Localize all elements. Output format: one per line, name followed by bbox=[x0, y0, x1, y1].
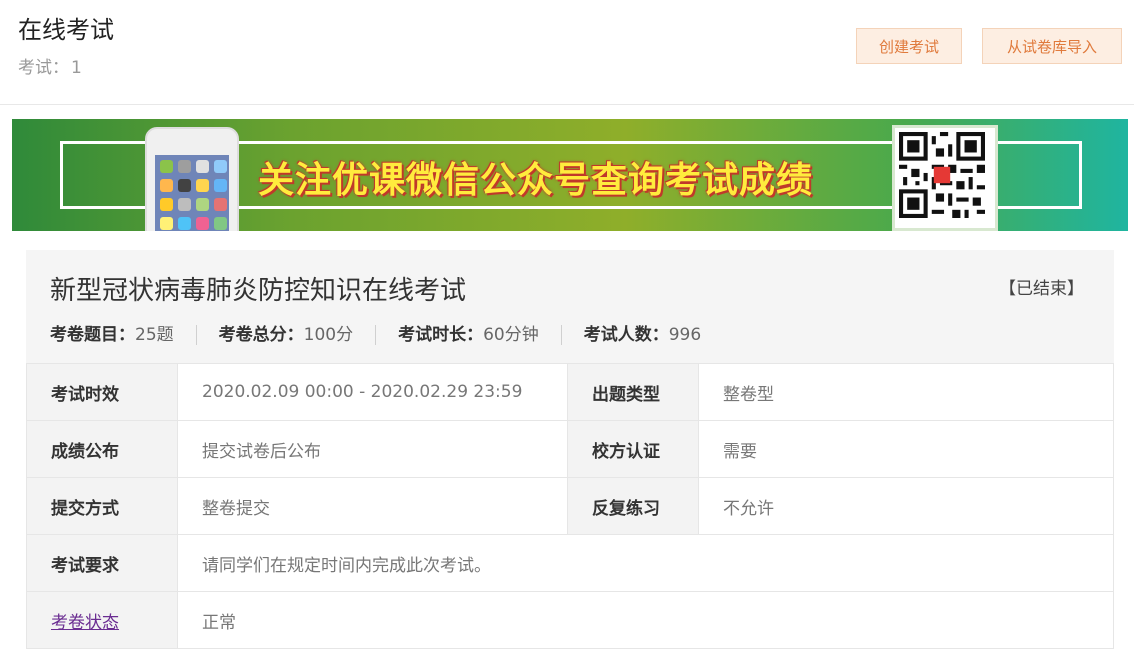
info-label: 校方认证 bbox=[567, 420, 699, 478]
info-label: 出题类型 bbox=[567, 363, 699, 421]
requirement-value: 请同学们在规定时间内完成此次考试。 bbox=[177, 534, 1114, 592]
page-header: 在线考试 考试： 1 创建考试 从试卷库导入 bbox=[0, 0, 1134, 105]
create-exam-button[interactable]: 创建考试 bbox=[856, 28, 962, 64]
table-row: 提交方式 整卷提交 反复练习 不允许 bbox=[26, 477, 1114, 535]
import-from-bank-button[interactable]: 从试卷库导入 bbox=[982, 28, 1122, 64]
banner-text: 关注优课微信公众号查询考试成绩 bbox=[258, 160, 814, 201]
exam-card: 新型冠状病毒肺炎防控知识在线考试 【已结束】 考卷题目：25题 考卷总分：100分… bbox=[26, 250, 1114, 649]
info-label: 成绩公布 bbox=[26, 420, 178, 478]
info-value: 不允许 bbox=[698, 477, 1114, 535]
stat-duration: 考试时长：60分钟 bbox=[398, 325, 539, 345]
exam-count: 考试： 1 bbox=[18, 53, 82, 78]
exam-status-badge: 【已结束】 bbox=[999, 279, 1084, 299]
info-label: 反复练习 bbox=[567, 477, 699, 535]
phone-screen bbox=[155, 155, 229, 231]
qr-code-icon bbox=[892, 125, 998, 231]
stat-question-count: 考卷题目：25题 bbox=[50, 325, 174, 345]
table-row: 考试时效 2020.02.09 00:00 - 2020.02.29 23:59… bbox=[26, 363, 1114, 421]
stat-participants: 考试人数：996 bbox=[583, 325, 702, 345]
info-value: 整卷型 bbox=[698, 363, 1114, 421]
table-row: 成绩公布 提交试卷后公布 校方认证 需要 bbox=[26, 420, 1114, 478]
exam-info-table: 考试时效 2020.02.09 00:00 - 2020.02.29 23:59… bbox=[26, 363, 1114, 649]
stat-divider bbox=[375, 325, 377, 345]
stat-total-score: 考卷总分：100分 bbox=[218, 325, 354, 345]
stat-divider bbox=[560, 325, 562, 345]
exam-title[interactable]: 新型冠状病毒肺炎防控知识在线考试 bbox=[50, 270, 466, 307]
page-title: 在线考试 bbox=[18, 16, 114, 44]
info-value: 需要 bbox=[698, 420, 1114, 478]
paper-status-link[interactable]: 考卷状态 bbox=[51, 613, 119, 633]
stat-divider bbox=[195, 325, 197, 345]
info-value: 2020.02.09 00:00 - 2020.02.29 23:59 bbox=[177, 363, 568, 421]
requirement-label: 考试要求 bbox=[26, 534, 178, 592]
exam-count-value: 1 bbox=[71, 58, 82, 78]
phone-illustration bbox=[145, 127, 239, 231]
paper-status-cell: 考卷状态 bbox=[26, 591, 178, 649]
exam-stats: 考卷题目：25题 考卷总分：100分 考试时长：60分钟 考试人数：996 bbox=[50, 320, 701, 345]
exam-count-label: 考试： bbox=[18, 58, 69, 78]
info-value: 整卷提交 bbox=[177, 477, 568, 535]
info-label: 考试时效 bbox=[26, 363, 178, 421]
paper-status-value: 正常 bbox=[177, 591, 1114, 649]
table-row: 考试要求 请同学们在规定时间内完成此次考试。 bbox=[26, 534, 1114, 592]
info-value: 提交试卷后公布 bbox=[177, 420, 568, 478]
wechat-banner[interactable]: 关注优课微信公众号查询考试成绩 bbox=[12, 119, 1128, 231]
info-label: 提交方式 bbox=[26, 477, 178, 535]
table-row: 考卷状态 正常 bbox=[26, 591, 1114, 649]
